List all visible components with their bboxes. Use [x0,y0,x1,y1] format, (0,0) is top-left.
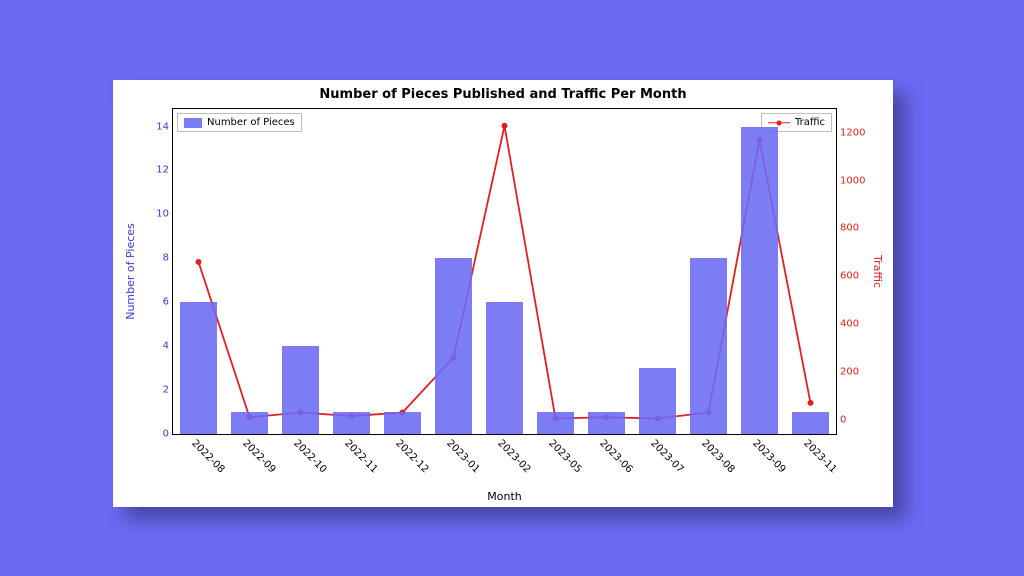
bar [486,302,524,434]
stage: Number of Pieces Published and Traffic P… [0,0,1024,576]
xtick: 2023-06 [597,438,634,475]
ytick-left: 14 [156,121,173,132]
ytick-right: 0 [836,414,846,425]
ytick-left: 2 [163,385,173,396]
xtick: 2023-02 [495,438,532,475]
ytick-left: 8 [163,253,173,264]
traffic-point [196,259,202,265]
bar [231,412,269,434]
ytick-left: 10 [156,209,173,220]
x-axis-label: Month [172,490,837,503]
chart-title: Number of Pieces Published and Traffic P… [113,87,893,102]
ytick-left: 6 [163,297,173,308]
bar [588,412,626,434]
bar [384,412,422,434]
ytick-left: 0 [163,429,173,440]
ytick-left: 4 [163,341,173,352]
xtick: 2022-08 [189,438,226,475]
ytick-right: 600 [836,271,859,282]
ytick-right: 1000 [836,175,865,186]
traffic-point [808,400,814,406]
y-axis-right-label: Traffic [871,108,885,435]
bar [639,368,677,434]
ytick-right: 1200 [836,127,865,138]
xtick: 2022-09 [240,438,277,475]
bar [537,412,575,434]
ytick-left: 12 [156,165,173,176]
bar [333,412,371,434]
bar [180,302,218,434]
xtick: 2023-01 [444,438,481,475]
xtick: 2022-11 [342,438,379,475]
ytick-right: 400 [836,319,859,330]
bar [792,412,830,434]
bar [435,258,473,434]
bar [690,258,728,434]
ytick-right: 800 [836,223,859,234]
plot-area: Number of Pieces Traffic 024681012140200… [172,108,837,435]
xtick: 2022-12 [393,438,430,475]
xtick: 2022-10 [291,438,328,475]
ytick-right: 200 [836,366,859,377]
traffic-point [502,123,508,129]
xtick: 2023-11 [801,438,838,475]
bar [741,127,779,434]
chart-panel: Number of Pieces Published and Traffic P… [113,80,893,507]
y-axis-left-label: Number of Pieces [123,108,137,435]
xtick: 2023-07 [648,438,685,475]
xtick: 2023-08 [699,438,736,475]
xtick: 2023-09 [750,438,787,475]
xtick: 2023-05 [546,438,583,475]
bar [282,346,320,434]
